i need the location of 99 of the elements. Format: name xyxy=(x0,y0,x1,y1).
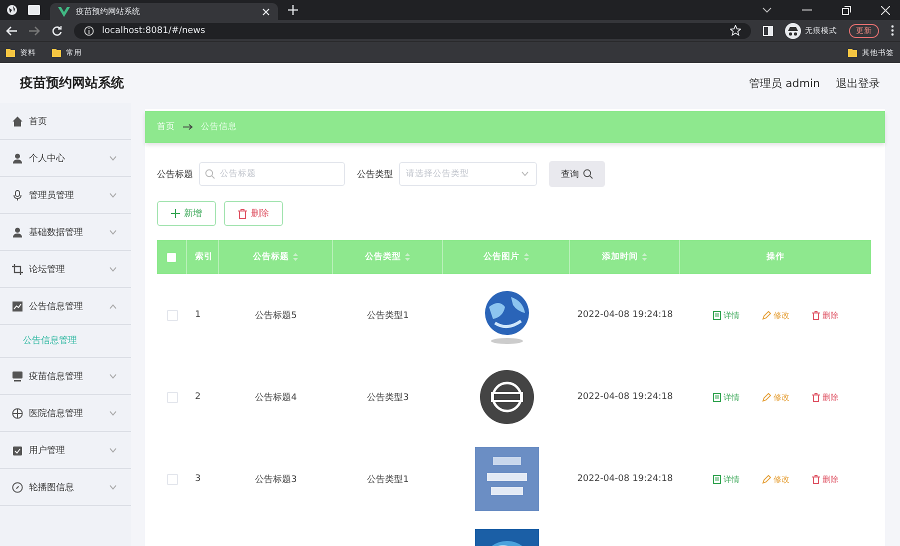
checkbox[interactable] xyxy=(166,392,178,402)
microphone-icon xyxy=(12,190,23,200)
monitor-icon xyxy=(12,370,23,382)
folder-icon xyxy=(848,48,857,57)
globe-icon xyxy=(12,408,23,418)
search-icon xyxy=(205,169,215,179)
star-icon[interactable] xyxy=(730,25,741,36)
reload-icon[interactable] xyxy=(52,26,62,36)
table-cell: 2022-04-08 19:24:18 xyxy=(577,310,673,320)
checkbox[interactable] xyxy=(166,474,178,484)
trash-icon xyxy=(812,392,820,402)
search-button[interactable]: 查询 xyxy=(549,161,605,187)
search-icon xyxy=(583,169,593,179)
table-cell-text: 公告标题5 xyxy=(255,310,297,322)
table-cell-text: 公告标题3 xyxy=(255,474,297,486)
delete-link[interactable]: 删除 xyxy=(812,392,838,402)
plus-icon[interactable] xyxy=(288,5,298,15)
add-button[interactable]: 新增 xyxy=(157,201,216,226)
table-cell-text: 公告标题4 xyxy=(255,392,297,404)
field-label: 公告标题 xyxy=(157,168,193,180)
incognito-icon[interactable] xyxy=(785,22,801,38)
chevron-icon xyxy=(109,448,117,452)
pencil-icon xyxy=(762,310,770,320)
chevron-icon xyxy=(109,230,117,234)
menu-item[interactable]: 公告信息管理 xyxy=(0,288,131,325)
chevron-icon xyxy=(109,410,117,416)
delete-link[interactable]: 删除 xyxy=(812,474,838,484)
column-header: 操作 xyxy=(765,251,786,264)
menu-item[interactable]: 医院信息管理 xyxy=(0,395,131,432)
person-icon xyxy=(12,152,23,164)
address-bar[interactable]: localhost:8081/#/news xyxy=(74,22,751,38)
delete-link[interactable]: 删除 xyxy=(812,310,838,320)
info-icon xyxy=(84,26,94,36)
folder-icon xyxy=(52,48,61,57)
person-icon xyxy=(12,226,23,238)
browser-tab[interactable]: 疫苗预约网站系统 xyxy=(50,3,278,20)
document-icon xyxy=(712,474,720,484)
table-cell-text: 公告类型1 xyxy=(367,310,409,322)
menu-item[interactable]: 疫苗信息管理 xyxy=(0,358,131,395)
chevron-icon xyxy=(109,374,117,378)
globe-icon[interactable] xyxy=(6,4,18,16)
document-icon xyxy=(712,392,720,402)
back-arrow-icon[interactable] xyxy=(6,26,17,36)
menu-item[interactable]: 个人中心 xyxy=(0,140,131,177)
chevron-icon xyxy=(109,304,117,308)
close-icon[interactable] xyxy=(262,8,270,16)
clipboard-icon xyxy=(12,444,23,456)
table-cell: 2022-04-08 19:24:18 xyxy=(577,474,673,484)
delete-button[interactable]: 删除 xyxy=(224,201,283,226)
table-cell: 3 xyxy=(195,474,201,484)
select-field[interactable]: 请选择公告类型 xyxy=(399,162,537,186)
plus-icon xyxy=(171,209,180,218)
minimize-icon[interactable] xyxy=(802,9,812,11)
chevron-icon xyxy=(109,484,117,490)
table-cell: 1 xyxy=(195,310,201,320)
chevron-icon xyxy=(109,156,117,160)
chevron-icon xyxy=(109,266,117,272)
arrow-icon xyxy=(183,124,193,130)
chevron-icon xyxy=(521,172,529,176)
column-header: 索引 xyxy=(187,240,219,274)
menu-item[interactable]: 首页 xyxy=(0,103,131,140)
home-icon xyxy=(12,116,23,126)
table-cell-text: 公告类型1 xyxy=(367,474,409,486)
table-cell: 2 xyxy=(195,392,201,402)
user-label: 管理员 admin xyxy=(749,76,820,90)
side-panel-icon[interactable] xyxy=(763,26,773,36)
menu-item[interactable]: 轮播图信息 xyxy=(0,469,131,506)
trash-icon xyxy=(238,208,247,218)
table-cell-text: 公告类型3 xyxy=(367,392,409,404)
details-link[interactable]: 详情 xyxy=(712,310,740,320)
pencil-icon xyxy=(762,474,770,484)
pencil-icon xyxy=(762,392,770,402)
trash-icon xyxy=(812,474,820,484)
checkbox[interactable] xyxy=(166,310,178,320)
compass-icon xyxy=(12,482,23,492)
menu-item[interactable]: 基础数据管理 xyxy=(0,214,131,251)
table-cell: 2022-04-08 19:24:18 xyxy=(577,392,673,402)
details-link[interactable]: 详情 xyxy=(712,392,740,402)
close-icon[interactable] xyxy=(881,6,890,14)
chevron-icon xyxy=(109,192,117,198)
menu-item[interactable]: 用户管理 xyxy=(0,432,131,469)
field-label: 公告类型 xyxy=(357,168,393,180)
forward-arrow-icon[interactable] xyxy=(29,26,40,36)
more-icon[interactable] xyxy=(891,25,894,36)
checkbox[interactable] xyxy=(167,252,176,262)
search-field[interactable]: 公告标题 xyxy=(199,162,345,186)
site-title: 疫苗预约网站系统 xyxy=(20,74,124,92)
folder-icon xyxy=(6,48,15,57)
v-logo-icon xyxy=(58,6,70,16)
menu-item[interactable]: 管理员管理 xyxy=(0,177,131,214)
logout-link[interactable]: 退出登录 xyxy=(836,76,880,90)
document-icon xyxy=(712,310,720,320)
restore-icon[interactable] xyxy=(842,6,851,14)
menu-item[interactable]: 论坛管理 xyxy=(0,251,131,288)
crop-icon xyxy=(12,264,23,274)
chevron-down-icon[interactable] xyxy=(762,7,772,13)
details-link[interactable]: 详情 xyxy=(712,474,740,484)
chart-icon xyxy=(12,300,23,312)
trash-icon xyxy=(812,310,820,320)
